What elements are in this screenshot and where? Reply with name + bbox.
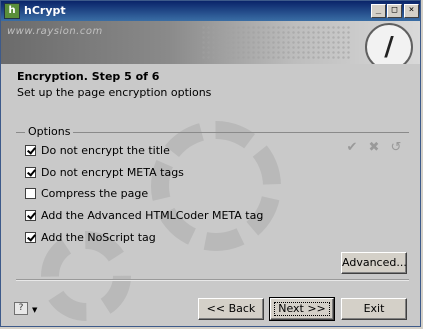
option-label: Do not encrypt the title: [41, 143, 170, 157]
option-compress-page[interactable]: Compress the page: [25, 186, 148, 200]
title-bar[interactable]: h hCrypt _ □ ×: [1, 1, 420, 21]
advanced-button[interactable]: Advanced...: [341, 252, 407, 274]
option-label: Do not encrypt META tags: [41, 165, 184, 179]
minimize-button[interactable]: _: [371, 4, 386, 18]
footer-separator: [16, 279, 409, 281]
checkbox[interactable]: [25, 187, 36, 199]
step-subtitle: Set up the page encryption options: [17, 86, 212, 99]
option-add-htmlcoder-meta[interactable]: Add the Advanced HTMLCoder META tag: [25, 208, 263, 222]
maximize-button[interactable]: □: [387, 4, 402, 18]
checkbox[interactable]: [25, 231, 36, 243]
option-label: Add the Advanced HTMLCoder META tag: [41, 208, 264, 222]
exit-button[interactable]: Exit: [341, 298, 407, 320]
option-label: Add the NoScript tag: [41, 230, 156, 244]
reset-icon[interactable]: ↺: [389, 141, 403, 155]
header-banner: www.raysion.com: [1, 21, 420, 64]
step-header: Encryption. Step 5 of 6 Set up the page …: [1, 64, 420, 114]
close-button[interactable]: ×: [404, 4, 419, 18]
hcrypt-window: h hCrypt _ □ × www.raysion.com / Encrypt…: [0, 0, 421, 327]
app-icon: h: [4, 3, 20, 19]
site-url: www.raysion.com: [7, 26, 103, 37]
option-label: Compress the page: [41, 186, 149, 200]
check-all-icon[interactable]: ✔: [345, 141, 359, 155]
banner-dots-pattern: [201, 25, 351, 60]
checkbox[interactable]: [25, 166, 36, 178]
option-do-not-encrypt-title[interactable]: Do not encrypt the title: [25, 143, 170, 157]
option-add-noscript[interactable]: Add the NoScript tag: [25, 230, 156, 244]
window-title: hCrypt: [24, 4, 66, 17]
help-dropdown-arrow-icon[interactable]: ▼: [32, 306, 37, 314]
step-title: Encryption. Step 5 of 6: [17, 70, 160, 83]
options-group-label: Options: [25, 125, 74, 138]
back-button[interactable]: << Back: [198, 298, 264, 320]
checkbox[interactable]: [25, 144, 36, 156]
option-do-not-encrypt-meta[interactable]: Do not encrypt META tags: [25, 165, 184, 179]
help-icon[interactable]: ?: [14, 302, 28, 315]
focus-rect: [274, 302, 330, 316]
uncheck-all-icon[interactable]: ✖: [367, 141, 381, 155]
checkbox[interactable]: [25, 209, 36, 221]
next-button[interactable]: Next >>: [269, 297, 335, 321]
